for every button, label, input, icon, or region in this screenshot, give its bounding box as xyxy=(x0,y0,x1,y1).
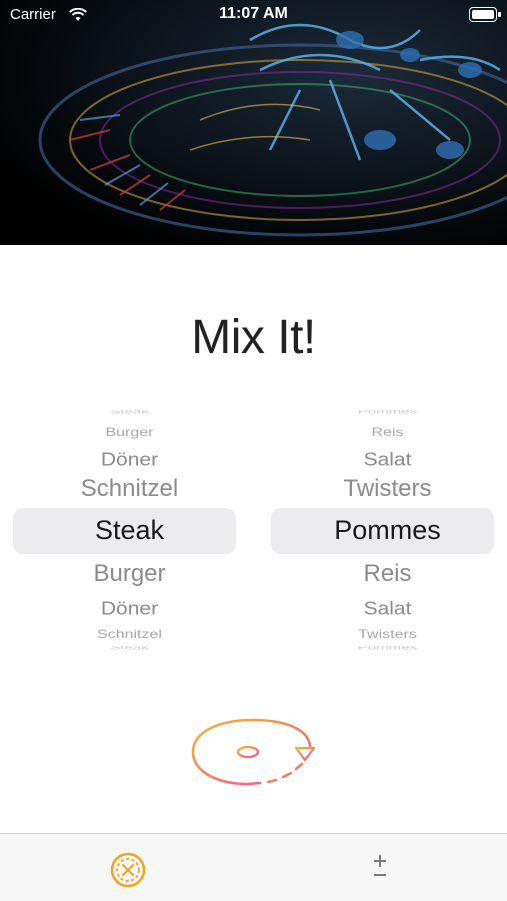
roulette-wheel-image xyxy=(0,0,507,245)
tab-mix[interactable] xyxy=(110,852,146,888)
picker-row[interactable]: Salat xyxy=(271,598,504,620)
picker-row-selected[interactable]: Pommes xyxy=(271,515,504,546)
picker-row[interactable]: Schnitzel xyxy=(13,475,246,503)
tab-bar xyxy=(0,833,507,901)
spin-button[interactable] xyxy=(188,716,318,790)
picker-row[interactable]: Reis xyxy=(271,426,504,440)
main-dish-picker[interactable]: Steak Burger Döner Schnitzel Steak Burge… xyxy=(13,408,243,650)
picker-row[interactable]: Salat xyxy=(271,449,504,471)
picker-row[interactable]: Steak xyxy=(13,410,246,414)
picker-row-selected[interactable]: Steak xyxy=(13,515,246,546)
picker-row[interactable]: Twisters xyxy=(271,628,504,642)
picker-row[interactable]: Döner xyxy=(13,449,246,471)
header-image xyxy=(0,0,507,245)
picker-row[interactable]: Döner xyxy=(13,598,246,620)
tab-edit[interactable] xyxy=(365,849,395,885)
picker-row[interactable]: Twisters xyxy=(271,475,504,503)
picker-row[interactable]: Pommes xyxy=(271,410,504,414)
picker-row[interactable]: Pommes xyxy=(271,646,504,650)
picker-row[interactable]: Reis xyxy=(271,560,504,588)
status-bar: Carrier 11:07 AM xyxy=(0,0,507,30)
picker-row[interactable]: Burger xyxy=(13,560,246,588)
plus-minus-icon xyxy=(374,855,386,876)
side-dish-picker[interactable]: Pommes Reis Salat Twisters Pommes Reis S… xyxy=(271,408,501,650)
status-time: 11:07 AM xyxy=(219,5,288,22)
battery-icon xyxy=(469,7,501,22)
picker-row[interactable]: Schnitzel xyxy=(13,628,246,642)
spin-icon xyxy=(191,718,316,786)
picker-row[interactable]: Steak xyxy=(13,646,246,650)
picker-row[interactable]: Burger xyxy=(13,426,246,440)
page-title: Mix It! xyxy=(191,311,316,364)
roulette-chip-icon xyxy=(110,852,146,888)
